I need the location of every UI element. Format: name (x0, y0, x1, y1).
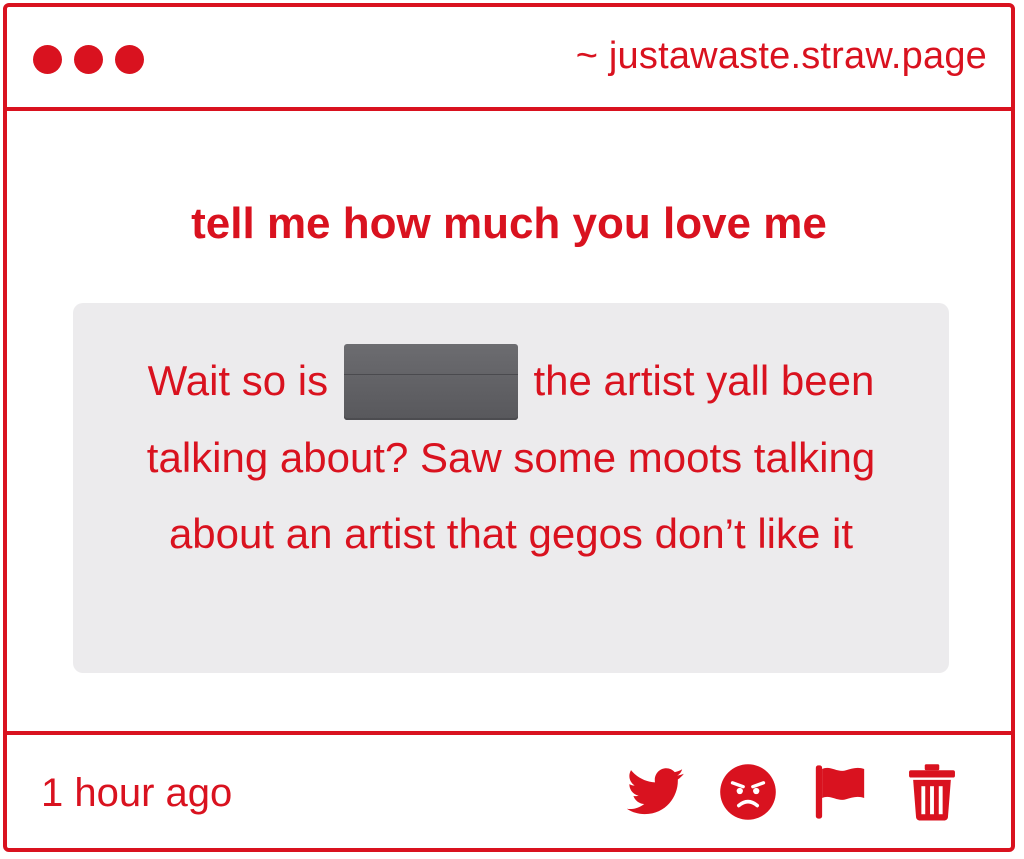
card-footer: 1 hour ago (7, 731, 1011, 848)
flag-icon[interactable] (809, 761, 871, 823)
answer-text-part-1: Wait so is (147, 357, 329, 404)
window-dots (33, 45, 144, 74)
window-dot-3 (115, 45, 144, 74)
window-titlebar: ~ justawaste.straw.page (7, 7, 1011, 111)
answer-text: Wait so is the artist yall been talking … (113, 343, 909, 572)
window-dot-2 (74, 45, 103, 74)
action-bar (625, 761, 963, 823)
twitter-icon[interactable] (625, 761, 687, 823)
page-url[interactable]: ~ justawaste.straw.page (576, 35, 987, 78)
answer-card: ~ justawaste.straw.page tell me how much… (3, 3, 1015, 852)
trash-icon[interactable] (901, 761, 963, 823)
timestamp: 1 hour ago (41, 771, 233, 815)
question-text: tell me how much you love me (191, 199, 827, 248)
window-dot-1 (33, 45, 62, 74)
answer-box: Wait so is the artist yall been talking … (73, 303, 949, 673)
content-area: tell me how much you love me Wait so is … (7, 111, 1011, 739)
redaction-block (343, 344, 518, 420)
angry-face-icon[interactable] (717, 761, 779, 823)
